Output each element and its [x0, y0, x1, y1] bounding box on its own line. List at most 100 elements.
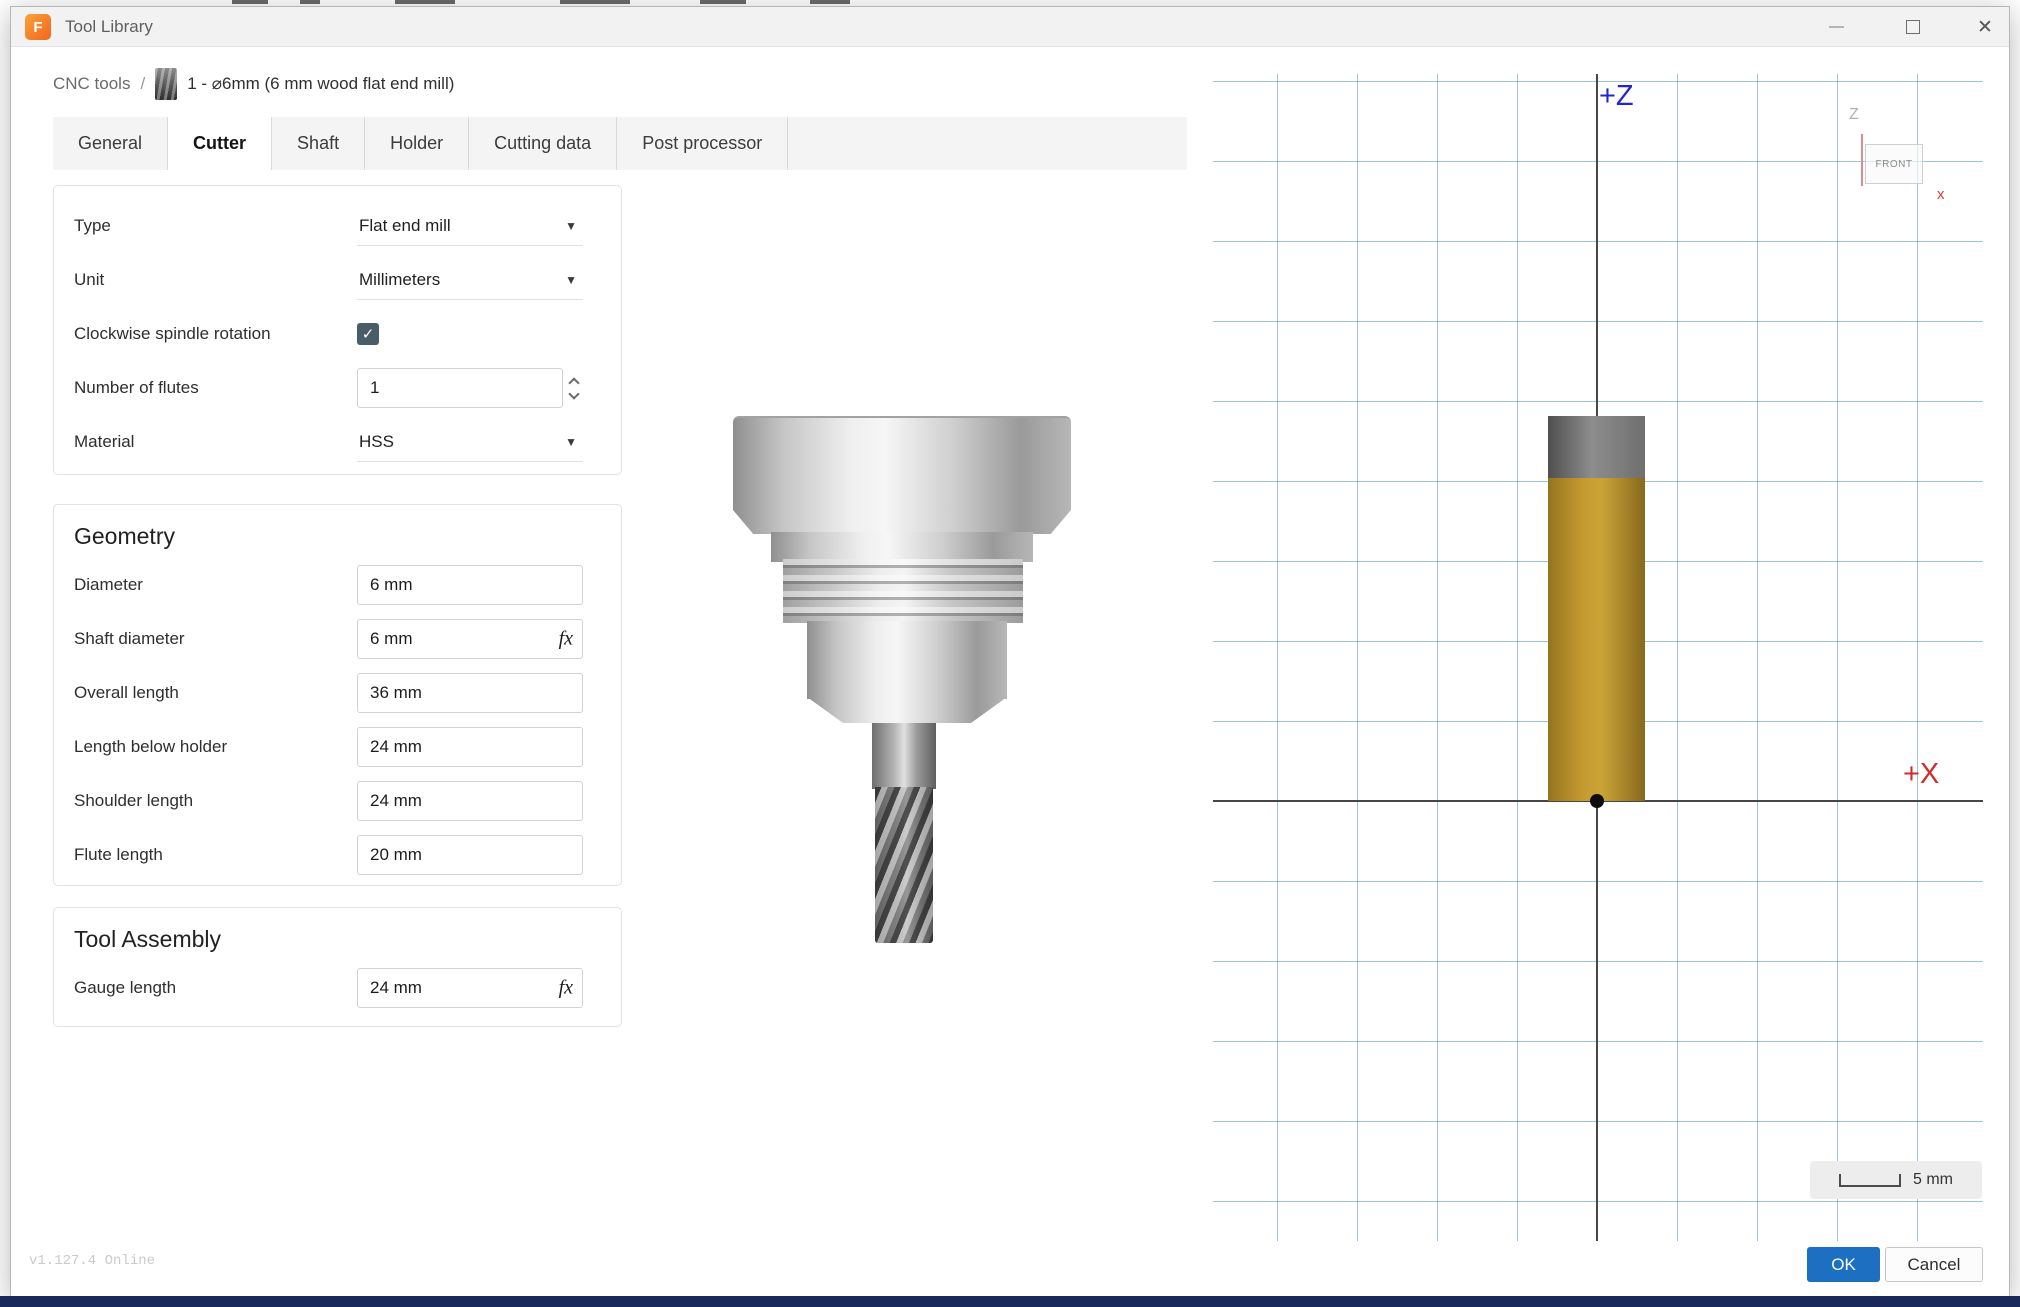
version-status-text: v1.127.4 Online: [29, 1253, 155, 1269]
tab-post-processor[interactable]: Post processor: [617, 117, 788, 170]
cancel-button[interactable]: Cancel: [1885, 1247, 1983, 1282]
holder-nut-rings: [783, 559, 1023, 623]
tab-general[interactable]: General: [53, 117, 168, 170]
overall-length-label: Overall length: [74, 683, 357, 703]
holder-body: [733, 416, 1071, 510]
length-below-holder-label: Length below holder: [74, 737, 357, 757]
scale-value: 5 mm: [1913, 1171, 1953, 1189]
viewcube-z-label: Z: [1849, 106, 1859, 124]
maximize-icon: [1906, 20, 1920, 34]
flute-length-row: Flute length: [54, 828, 621, 882]
shaft-diameter-row: Shaft diameter fx: [54, 612, 621, 666]
tab-holder[interactable]: Holder: [365, 117, 469, 170]
tool-3d-preview: [711, 407, 1111, 967]
clockwise-row: Clockwise spindle rotation ✓: [54, 307, 621, 361]
shoulder-length-input[interactable]: [357, 781, 583, 821]
collet-nut: [807, 621, 1007, 699]
minimize-button[interactable]: [1814, 7, 1858, 47]
breadcrumb: CNC tools / 1 - ⌀6mm (6 mm wood flat end…: [53, 63, 454, 105]
profile-cutter-section: [1548, 478, 1645, 801]
unit-row: Unit Millimeters ▼: [54, 253, 621, 307]
toolbar-fragment: [395, 0, 455, 4]
close-icon: ✕: [1977, 18, 1993, 37]
taskbar-edge: [0, 1296, 2020, 1307]
shoulder-length-label: Shoulder length: [74, 791, 357, 811]
gauge-length-row: Gauge length fx: [54, 961, 621, 1015]
toolbar-fragment: [560, 0, 630, 4]
clockwise-checkbox[interactable]: ✓: [357, 323, 379, 345]
profile-shank-section: [1548, 416, 1645, 478]
breadcrumb-current-tool: 1 - ⌀6mm (6 mm wood flat end mill): [187, 74, 454, 94]
tool-assembly-section-title: Tool Assembly: [74, 926, 621, 953]
fluted-cutter: [875, 787, 933, 943]
toolbar-fragment: [700, 0, 746, 4]
material-row: Material HSS ▼: [54, 415, 621, 469]
dropdown-arrow-icon: ▼: [565, 219, 577, 233]
gauge-length-label: Gauge length: [74, 978, 357, 998]
material-dropdown[interactable]: HSS ▼: [357, 422, 583, 462]
tab-cutting-data[interactable]: Cutting data: [469, 117, 617, 170]
clockwise-label: Clockwise spindle rotation: [74, 324, 357, 344]
breadcrumb-separator: /: [140, 74, 145, 94]
plus-z-axis-label: +Z: [1599, 80, 1634, 113]
cutter-settings-panel: Type Flat end mill ▼ Unit Millimeters ▼ …: [53, 185, 622, 475]
breadcrumb-cnc-tools[interactable]: CNC tools: [53, 74, 130, 94]
fusion-app-icon: F: [25, 14, 51, 40]
toolbar-fragment: [232, 0, 268, 4]
gauge-length-input[interactable]: [357, 968, 583, 1008]
tab-bar: General Cutter Shaft Holder Cutting data…: [53, 117, 1187, 170]
check-icon: ✓: [362, 325, 375, 343]
type-dropdown[interactable]: Flat end mill ▼: [357, 206, 583, 246]
fx-formula-icon[interactable]: fx: [559, 628, 573, 651]
geometry-panel: Geometry Diameter Shaft diameter fx Over…: [53, 504, 622, 886]
window-title: Tool Library: [65, 7, 153, 47]
dropdown-arrow-icon: ▼: [565, 273, 577, 287]
length-below-holder-input[interactable]: [357, 727, 583, 767]
shoulder-length-row: Shoulder length: [54, 774, 621, 828]
unit-label: Unit: [74, 270, 357, 290]
material-label: Material: [74, 432, 357, 452]
tool-tip-origin-dot: [1590, 794, 1604, 808]
dropdown-arrow-icon: ▼: [565, 435, 577, 449]
viewcube-front-face[interactable]: FRONT: [1865, 144, 1923, 184]
scale-indicator: 5 mm: [1810, 1161, 1982, 1199]
flutes-spinner: [570, 379, 578, 398]
shaft-diameter-input[interactable]: [357, 619, 583, 659]
screen: F Tool Library ✕ CNC tools / 1 - ⌀6mm (6…: [0, 0, 2020, 1307]
flutes-row: Number of flutes: [54, 361, 621, 415]
diameter-input[interactable]: [357, 565, 583, 605]
diameter-row: Diameter: [54, 558, 621, 612]
overall-length-row: Overall length: [54, 666, 621, 720]
tab-shaft[interactable]: Shaft: [272, 117, 365, 170]
tool-thumbnail: [155, 68, 177, 100]
toolbar-fragment: [810, 0, 850, 4]
holder-taper: [733, 510, 1071, 534]
geometry-section-title: Geometry: [74, 523, 621, 550]
close-button[interactable]: ✕: [1963, 7, 2007, 47]
unit-dropdown[interactable]: Millimeters ▼: [357, 260, 583, 300]
holder-neck: [771, 532, 1033, 562]
spinner-up-icon[interactable]: [568, 377, 579, 388]
unit-value: Millimeters: [359, 270, 440, 290]
ok-button[interactable]: OK: [1807, 1247, 1880, 1282]
shaft-diameter-label: Shaft diameter: [74, 629, 357, 649]
type-row: Type Flat end mill ▼: [54, 199, 621, 253]
dialog-titlebar[interactable]: F Tool Library ✕: [11, 7, 2009, 47]
tab-cutter[interactable]: Cutter: [168, 117, 272, 170]
flutes-label: Number of flutes: [74, 378, 357, 398]
viewcube-x-axis-tick: [1861, 134, 1863, 186]
tool-profile-canvas[interactable]: +Z +X Z FRONT x 5 mm: [1213, 74, 1983, 1241]
fx-formula-icon[interactable]: fx: [559, 977, 573, 1000]
length-below-holder-row: Length below holder: [54, 720, 621, 774]
flute-length-input[interactable]: [357, 835, 583, 875]
material-value: HSS: [359, 432, 394, 452]
viewcube-front-label: FRONT: [1876, 159, 1913, 170]
collet-taper: [807, 697, 1007, 723]
number-of-flutes-input[interactable]: [357, 368, 563, 408]
minimize-icon: [1829, 26, 1844, 28]
overall-length-input[interactable]: [357, 673, 583, 713]
maximize-button[interactable]: [1891, 7, 1935, 47]
tool-assembly-panel: Tool Assembly Gauge length fx: [53, 907, 622, 1027]
type-label: Type: [74, 216, 357, 236]
spinner-down-icon[interactable]: [568, 388, 579, 399]
